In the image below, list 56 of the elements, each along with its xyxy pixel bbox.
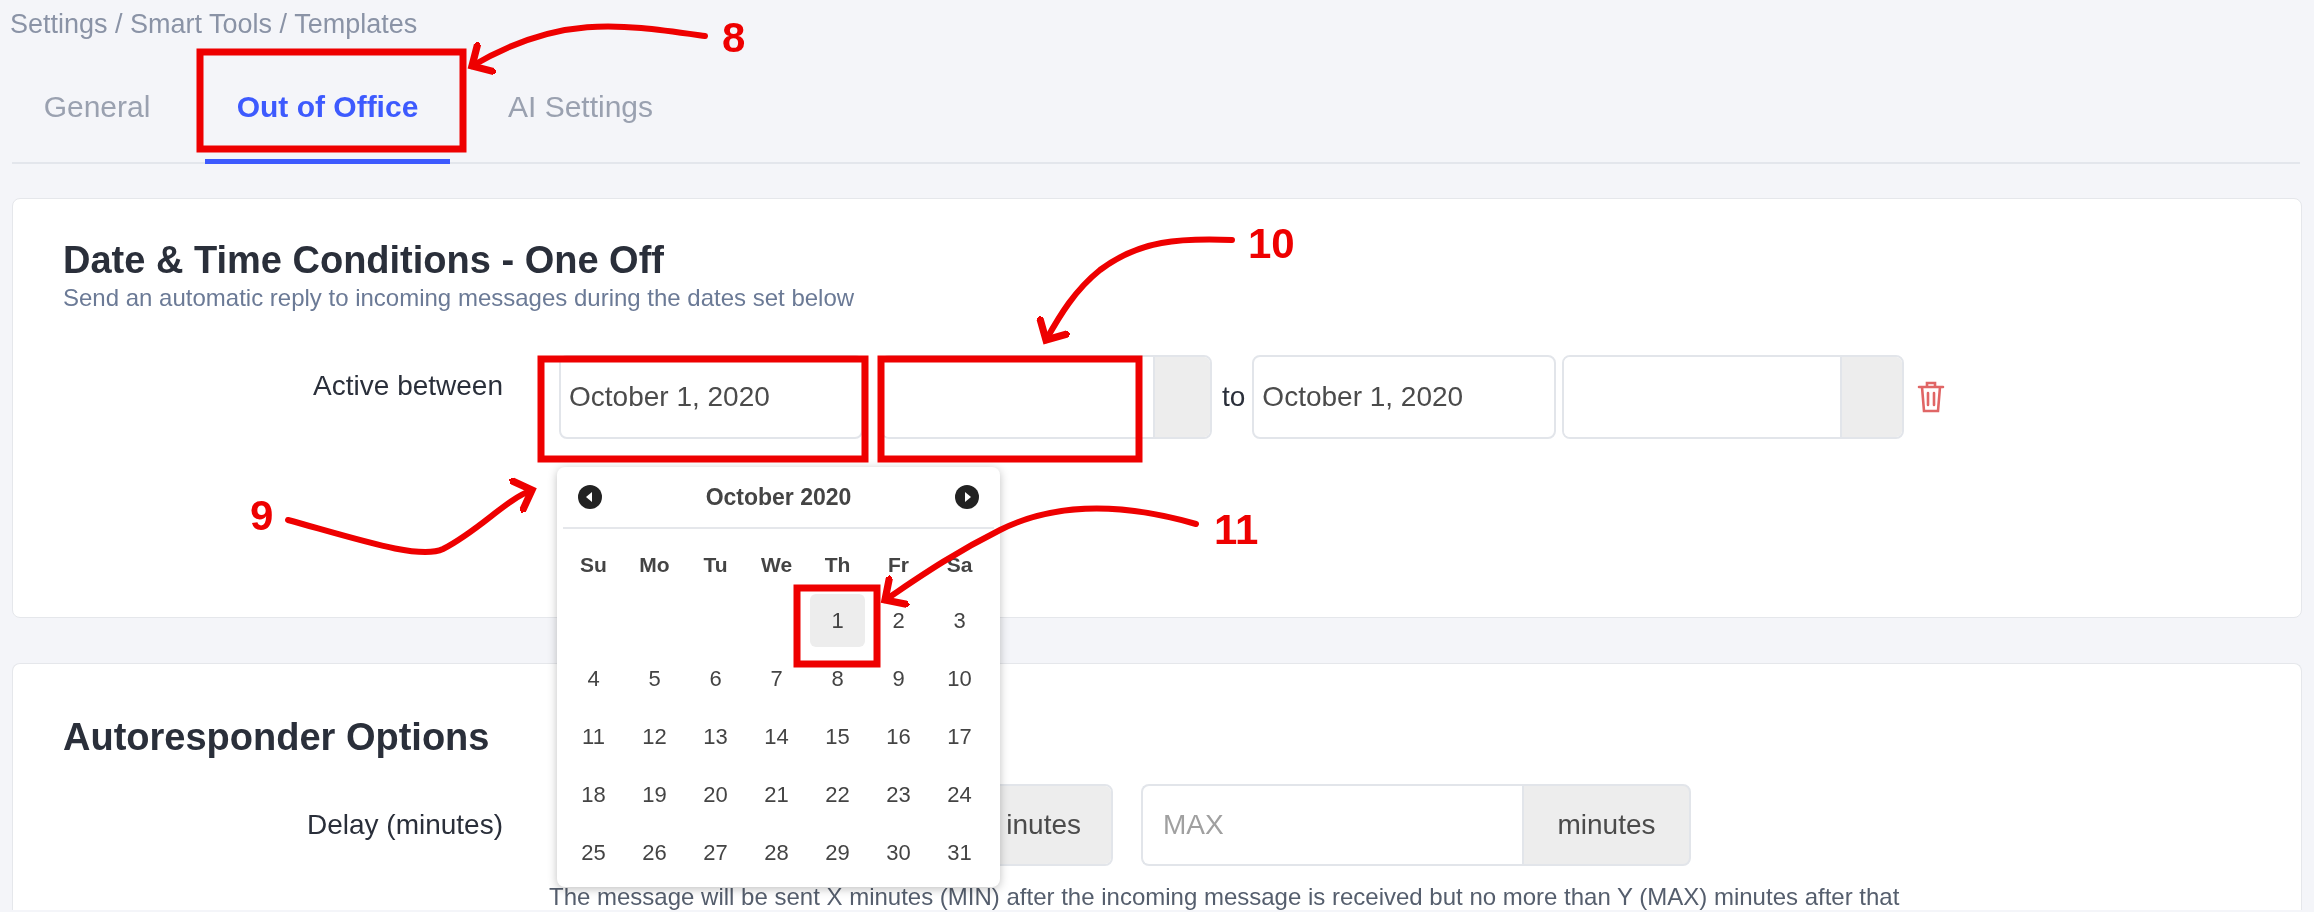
annotation-number: 10 (1248, 220, 1295, 267)
weekday-label: Th (824, 552, 851, 579)
calendar-day[interactable]: 8 (810, 651, 865, 705)
field-label: Delay (minutes) (306, 808, 503, 842)
calendar-day[interactable]: 27 (688, 825, 743, 879)
calendar-day[interactable]: 16 (871, 709, 926, 763)
calendar-day[interactable]: 10 (932, 651, 987, 705)
calendar-day[interactable]: 18 (566, 767, 621, 821)
time-field[interactable] (1562, 355, 1905, 439)
weekday-label: Tu (703, 552, 728, 579)
annotation-number: 9 (250, 492, 274, 539)
weekday-label: Mo (639, 552, 670, 579)
tab[interactable]: Out of Office (205, 48, 450, 164)
annotation-number: 11 (1214, 506, 1259, 553)
date-field[interactable]: October 1, 2020 (559, 355, 863, 439)
calendar-day[interactable]: 5 (627, 651, 682, 705)
calendar-day[interactable]: 9 (871, 651, 926, 705)
calendar-day[interactable]: 15 (810, 709, 865, 763)
calendar-day[interactable]: 20 (688, 767, 743, 821)
section-subtitle: Send an automatic reply to incoming messages during the dates set below (63, 283, 855, 313)
calendar-day[interactable]: 19 (627, 767, 682, 821)
field-label: Active between (313, 369, 503, 403)
annotation-number: 8 (722, 14, 746, 61)
calendar-day[interactable]: 6 (688, 651, 743, 705)
calendar-day[interactable]: 1 (810, 593, 865, 647)
calendar-day[interactable]: 21 (749, 767, 804, 821)
calendar-day[interactable]: 23 (871, 767, 926, 821)
calendar-day[interactable]: 22 (810, 767, 865, 821)
calendar-day[interactable]: 26 (627, 825, 682, 879)
calendar-day[interactable]: 2 (871, 593, 926, 647)
date-field[interactable]: October 1, 2020 (1252, 355, 1557, 439)
calendar-day[interactable]: 14 (749, 709, 804, 763)
month-title: October 2020 (705, 482, 852, 512)
calendar-day[interactable]: 25 (566, 825, 621, 879)
calendar-day[interactable]: 13 (688, 709, 743, 763)
calendar-day[interactable]: 17 (932, 709, 987, 763)
section-title: Autoresponder Options (63, 715, 490, 760)
weekday-label: Su (580, 552, 607, 579)
calendar-day[interactable]: 3 (932, 593, 987, 647)
weekday-label: We (760, 552, 793, 579)
next-month-icon[interactable] (954, 484, 980, 510)
previous-month-icon[interactable] (577, 484, 603, 510)
help-text: The message will be sent X minutes (MIN) after the incoming message is received but no more than Y (MAX) minutes after that (549, 883, 1900, 910)
calendar-day[interactable]: 12 (627, 709, 682, 763)
max-field[interactable]: MAX (1141, 784, 1522, 866)
breadcrumb: Settings / Smart Tools / Templates (10, 9, 418, 39)
weekday-label: Fr (888, 552, 909, 579)
calendar-day[interactable]: 7 (749, 651, 804, 705)
calendar-day[interactable]: 4 (566, 651, 621, 705)
calendar-day[interactable]: 11 (566, 709, 621, 763)
section-title: Date & Time Conditions - One Off (63, 238, 664, 283)
separator-text: to (1222, 380, 1246, 414)
calendar-day[interactable]: 28 (749, 825, 804, 879)
unit-label: minutes (1522, 784, 1691, 866)
calendar-day[interactable]: 30 (871, 825, 926, 879)
calendar-day[interactable]: 29 (810, 825, 865, 879)
